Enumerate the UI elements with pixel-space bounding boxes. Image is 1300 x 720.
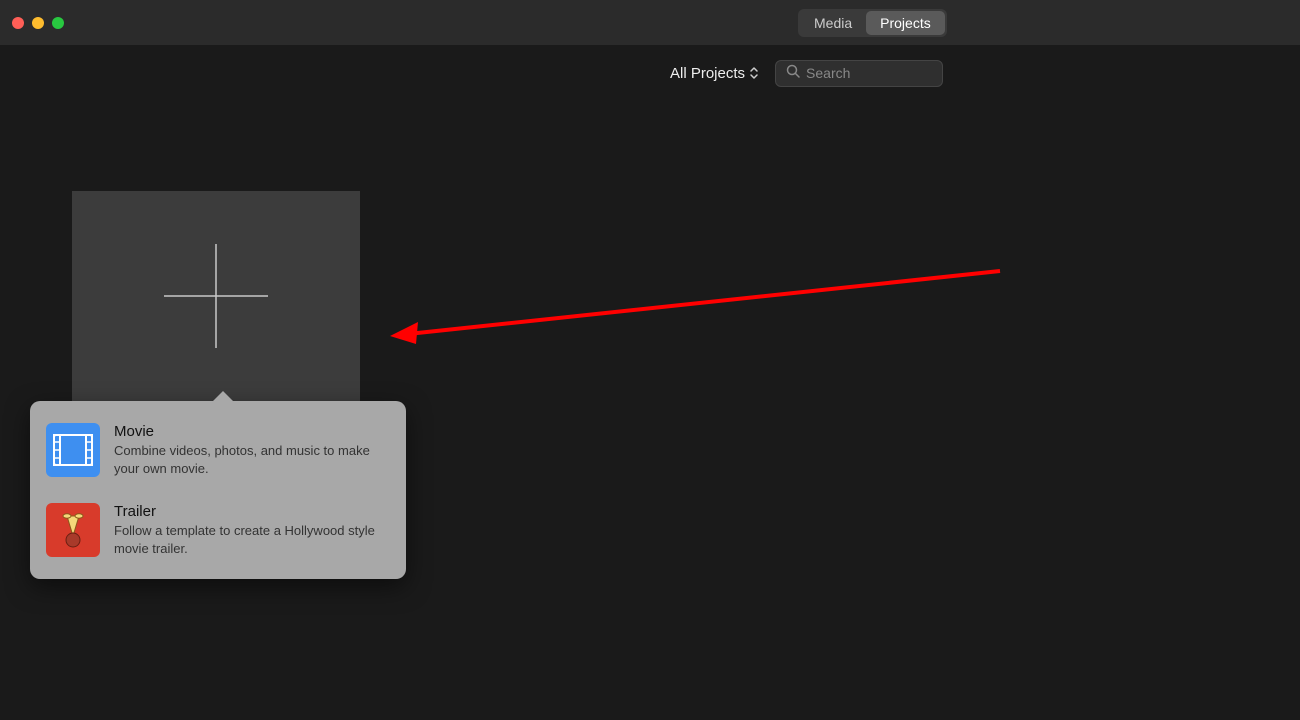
- titlebar: Media Projects: [0, 0, 1300, 45]
- popover-movie-desc: Combine videos, photos, and music to mak…: [114, 442, 390, 477]
- movie-icon: [46, 423, 100, 477]
- new-project-tile[interactable]: [72, 191, 360, 401]
- window-controls: [12, 17, 64, 29]
- new-project-popover: Movie Combine videos, photos, and music …: [30, 401, 406, 579]
- toolbar: All Projects: [0, 45, 1300, 101]
- popover-trailer-text: Trailer Follow a template to create a Ho…: [114, 503, 390, 557]
- view-segmented-control: Media Projects: [798, 9, 947, 37]
- tab-media[interactable]: Media: [800, 11, 866, 35]
- chevron-updown-icon: [749, 66, 759, 80]
- popover-item-movie[interactable]: Movie Combine videos, photos, and music …: [46, 419, 390, 481]
- trailer-icon: [46, 503, 100, 557]
- search-input[interactable]: [806, 65, 932, 81]
- minimize-window-button[interactable]: [32, 17, 44, 29]
- plus-icon: [164, 244, 268, 348]
- filter-label: All Projects: [670, 65, 745, 82]
- projects-filter-dropdown[interactable]: All Projects: [670, 65, 759, 82]
- popover-item-trailer[interactable]: Trailer Follow a template to create a Ho…: [46, 499, 390, 561]
- popover-movie-text: Movie Combine videos, photos, and music …: [114, 423, 390, 477]
- content-area: Movie Combine videos, photos, and music …: [0, 101, 1300, 181]
- search-field[interactable]: [775, 60, 943, 87]
- search-icon: [786, 64, 800, 83]
- annotation-arrow: [390, 266, 1010, 361]
- tab-projects[interactable]: Projects: [866, 11, 945, 35]
- popover-trailer-desc: Follow a template to create a Hollywood …: [114, 522, 390, 557]
- popover-movie-title: Movie: [114, 423, 390, 440]
- close-window-button[interactable]: [12, 17, 24, 29]
- maximize-window-button[interactable]: [52, 17, 64, 29]
- popover-trailer-title: Trailer: [114, 503, 390, 520]
